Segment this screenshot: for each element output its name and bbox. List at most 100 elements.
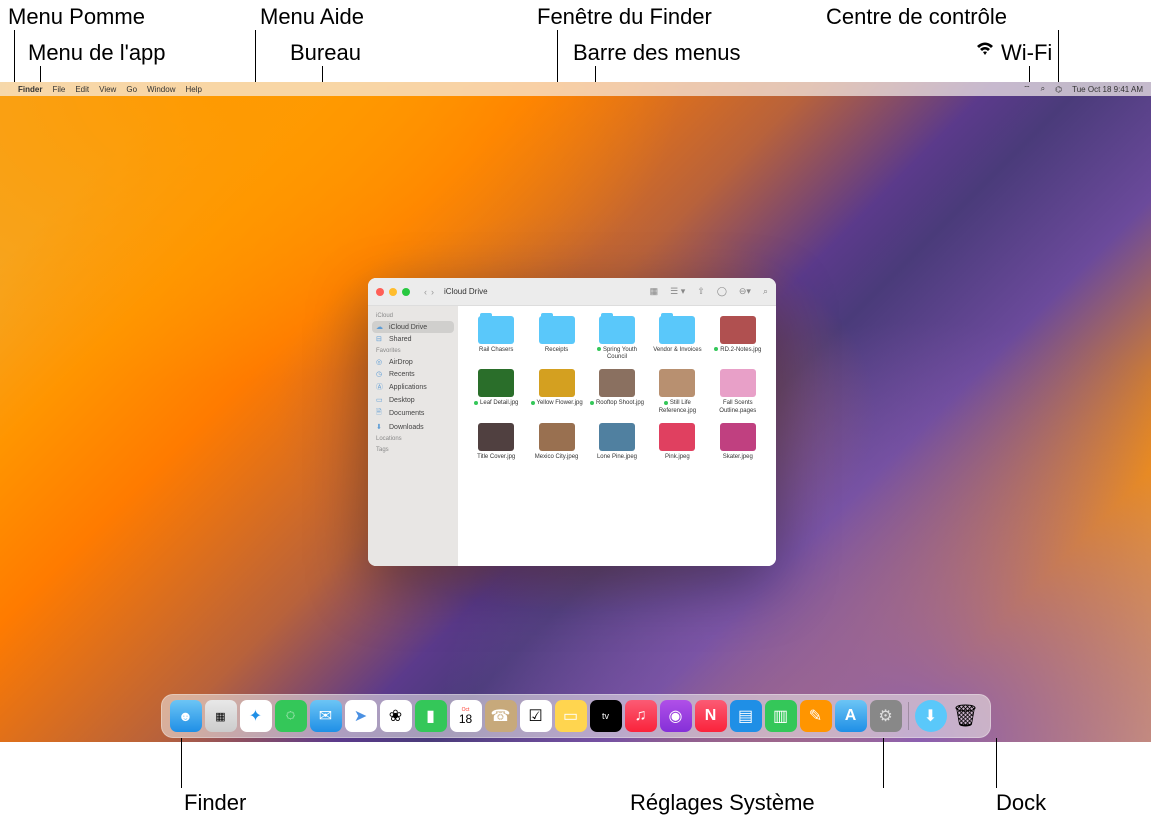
sidebar-item-shared[interactable]: ⊟ Shared — [368, 333, 458, 345]
minimize-button[interactable] — [389, 288, 397, 296]
dock-app-music[interactable]: ♫ — [625, 700, 657, 732]
menu-help[interactable]: Help — [185, 85, 201, 94]
menu-file[interactable]: File — [52, 85, 65, 94]
file-thumbnail-icon — [720, 316, 756, 344]
file-name: Still Life Reference.jpg — [649, 400, 705, 414]
dock-trash[interactable]: 🗑 — [950, 700, 982, 732]
file-name: Vendor & Invoices — [653, 347, 701, 354]
finder-content[interactable]: Rail Chasers Receipts Spring Youth Council… — [458, 306, 776, 566]
file-item[interactable]: Fall Scents Outline.pages — [710, 369, 766, 414]
tags-button[interactable]: ◯ — [717, 286, 727, 297]
doc-icon: 🗎 — [376, 408, 385, 419]
file-thumbnail-icon — [720, 423, 756, 451]
sidebar-item-downloads[interactable]: ⬇ Downloads — [368, 421, 458, 433]
file-name: Pink.jpeg — [665, 454, 690, 461]
file-name: Yellow Flower.jpg — [531, 400, 583, 407]
sidebar-item-documents[interactable]: 🗎 Documents — [368, 406, 458, 421]
dock-app-keynote[interactable]: ▤ — [730, 700, 762, 732]
action-button[interactable]: ⊖▾ — [739, 286, 751, 297]
menu-window[interactable]: Window — [147, 85, 175, 94]
callout-menu-app: Menu de l'app — [28, 40, 166, 66]
file-item[interactable]: RD.2-Notes.jpg — [710, 316, 766, 361]
callout-bureau: Bureau — [290, 40, 361, 66]
forward-button[interactable]: › — [431, 287, 434, 297]
dock-app-news[interactable]: N — [695, 700, 727, 732]
sidebar-item-label: Downloads — [389, 424, 424, 431]
file-thumbnail-icon — [539, 423, 575, 451]
menu-edit[interactable]: Edit — [75, 85, 89, 94]
datetime[interactable]: Tue Oct 18 9:41 AM — [1072, 85, 1143, 94]
file-name: Receipts — [545, 347, 568, 354]
group-button[interactable]: ☰ ▾ — [670, 286, 685, 297]
close-button[interactable] — [376, 288, 384, 296]
dock-app-launchpad[interactable]: ▦ — [205, 700, 237, 732]
sidebar-item-desktop[interactable]: ▭ Desktop — [368, 394, 458, 406]
callout-finder: Finder — [184, 790, 246, 816]
dock-app-mail[interactable]: ✉ — [310, 700, 342, 732]
file-item[interactable]: Still Life Reference.jpg — [649, 369, 705, 414]
calendar-day: 18 — [459, 713, 472, 725]
dock-app-photos[interactable]: ❀ — [380, 700, 412, 732]
dock-app-facetime[interactable]: ▮ — [415, 700, 447, 732]
desktop-icon: ▭ — [376, 396, 385, 404]
control-center-icon[interactable]: ⌬ — [1055, 85, 1062, 94]
sidebar-item-recents[interactable]: ◷ Recents — [368, 368, 458, 380]
folder-icon — [478, 316, 514, 344]
file-thumbnail-icon — [539, 369, 575, 397]
sidebar-item-applications[interactable]: Ⓐ Applications — [368, 380, 458, 394]
dock-app-reminders[interactable]: ☑ — [520, 700, 552, 732]
view-icons-button[interactable]: ▦ — [650, 286, 659, 297]
file-item[interactable]: Rooftop Shoot.jpg — [589, 369, 645, 414]
file-thumbnail-icon — [659, 423, 695, 451]
file-item[interactable]: Receipts — [528, 316, 584, 361]
app-menu[interactable]: Finder — [18, 85, 42, 94]
finder-sidebar: iCloud ☁ iCloud Drive ⊟ Shared Favorites… — [368, 306, 458, 566]
menu-view[interactable]: View — [99, 85, 116, 94]
tag-dot-icon — [597, 347, 601, 351]
file-name: Lone Pine.jpeg — [597, 454, 637, 461]
wifi-status-icon[interactable]: ⌔ — [1023, 84, 1031, 94]
dock-app-pages[interactable]: ✎ — [800, 700, 832, 732]
dock-app-settings[interactable]: ⚙ — [870, 700, 902, 732]
dock-app-numbers[interactable]: ▥ — [765, 700, 797, 732]
file-item[interactable]: Leaf Detail.jpg — [468, 369, 524, 414]
share-button[interactable]: ⇧ — [697, 286, 705, 297]
zoom-button[interactable] — [402, 288, 410, 296]
dock-app-safari[interactable]: ✦ — [240, 700, 272, 732]
tag-dot-icon — [714, 347, 718, 351]
finder-window: ‹ › iCloud Drive ▦ ☰ ▾ ⇧ ◯ ⊖▾ ⌕ iCloud ☁… — [368, 278, 776, 566]
dock-app-contacts[interactable]: ☎ — [485, 700, 517, 732]
back-button[interactable]: ‹ — [424, 287, 427, 297]
dock-app-maps[interactable]: ➤ — [345, 700, 377, 732]
file-item[interactable]: Rail Chasers — [468, 316, 524, 361]
file-item[interactable]: Vendor & Invoices — [649, 316, 705, 361]
dock-app-messages[interactable]: ◌ — [275, 700, 307, 732]
desktop[interactable]: Finder File Edit View Go Window Help ⌔ ⌕… — [0, 82, 1151, 742]
dock-app-notes[interactable]: ▭ — [555, 700, 587, 732]
file-thumbnail-icon — [599, 423, 635, 451]
file-item[interactable]: Mexico City.jpeg — [528, 423, 584, 461]
file-item[interactable]: Spring Youth Council — [589, 316, 645, 361]
sidebar-item-icloud-drive[interactable]: ☁ iCloud Drive — [372, 321, 454, 333]
spotlight-icon[interactable]: ⌕ — [1041, 84, 1045, 94]
file-item[interactable]: Skater.jpeg — [710, 423, 766, 461]
dock-app-calendar[interactable]: Oct 18 — [450, 700, 482, 732]
callout-fenetre-finder: Fenêtre du Finder — [537, 4, 712, 30]
dock-app-appstore[interactable]: A — [835, 700, 867, 732]
file-item[interactable]: Pink.jpeg — [649, 423, 705, 461]
dock-divider — [908, 702, 909, 730]
file-item[interactable]: Yellow Flower.jpg — [528, 369, 584, 414]
search-button[interactable]: ⌕ — [763, 286, 768, 297]
dock-app-tv[interactable]: tv — [590, 700, 622, 732]
sidebar-section-favorites: Favorites — [368, 345, 458, 356]
menu-go[interactable]: Go — [126, 85, 137, 94]
file-name: Mexico City.jpeg — [535, 454, 579, 461]
tag-dot-icon — [664, 401, 668, 405]
dock-downloads[interactable]: ⬇ — [915, 700, 947, 732]
sidebar-item-label: Desktop — [389, 397, 415, 404]
dock-app-finder[interactable]: ☻ — [170, 700, 202, 732]
dock-app-podcasts[interactable]: ◉ — [660, 700, 692, 732]
file-item[interactable]: Lone Pine.jpeg — [589, 423, 645, 461]
file-item[interactable]: Title Cover.jpg — [468, 423, 524, 461]
sidebar-item-airdrop[interactable]: ◎ AirDrop — [368, 356, 458, 368]
